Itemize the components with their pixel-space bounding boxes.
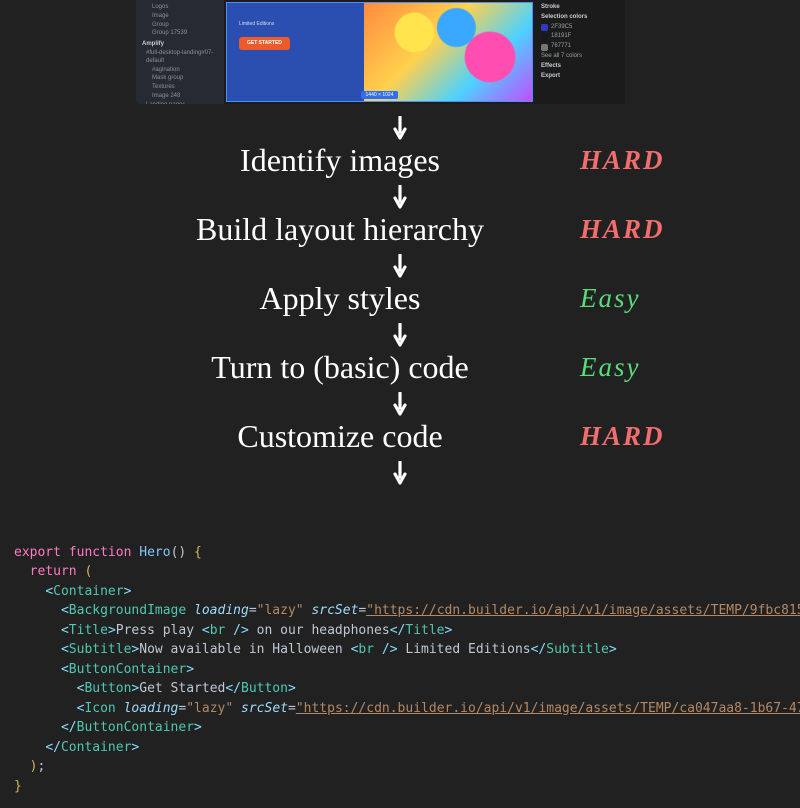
canvas-hero-sub: Limited Editions [239,21,274,28]
arrow-down-icon [393,116,407,140]
canvas: Limited Editions GET STARTED 1440 × 1024 [226,2,533,102]
swatch-row: 767771 [541,43,619,51]
val-lazy: "lazy" [257,603,304,618]
selection-size-label: 1440 × 1024 [361,91,399,100]
step-row: Apply styles Easy [0,280,800,317]
layer-item: Image 248 [142,93,218,101]
arrow-down-icon [393,461,407,485]
kw-export: export [14,545,61,560]
kw-function: function [69,545,132,560]
url2: "https://cdn.builder.io/api/v1/image/ass… [296,701,800,716]
subtitle-text-a: Now available in Halloween [139,642,350,657]
code-output: export function Hero() { return ( <Conta… [14,543,800,797]
step-label: Customize code [0,418,580,455]
step-row: Customize code HARD [0,418,800,455]
url1: "https://cdn.builder.io/api/v1/image/ass… [366,603,800,618]
step-label: Build layout hierarchy [0,211,580,248]
swatch-hex: 18191F [551,33,571,41]
tag-br: br [210,623,226,638]
layer-item: Landing pages [142,102,218,104]
tag-subtitle: Subtitle [69,642,132,657]
color-swatch [541,44,548,51]
step-label: Apply styles [0,280,580,317]
arrow-down-icon [393,392,407,416]
design-tool-window: Logos Image Group Group 17539 Amplify #f… [136,0,625,104]
tag-button: Button [84,681,131,696]
inspector-panel: Stroke Selection colors 2F39C5 18191F 76… [535,0,625,104]
step-difficulty: HARD [580,214,800,245]
arrow-down-icon [393,323,407,347]
selection-colors-header: Selection colors [541,14,619,22]
layer-item: Group 17539 [142,30,218,38]
arrow-down-icon [393,254,407,278]
layer-item: #agination [142,67,218,75]
layer-item: Mask group [142,75,218,83]
export-header: Export [541,73,619,81]
stroke-header: Stroke [541,4,619,12]
step-row: Turn to (basic) code Easy [0,349,800,386]
see-all-colors: See all 7 colors [541,53,619,61]
step-label: Identify images [0,142,580,179]
layer-section: Amplify [142,41,218,49]
step-row: Identify images HARD [0,142,800,179]
swatch-row: 2F39C5 [541,24,619,32]
flow-diagram: Identify images HARD Build layout hierar… [0,110,800,487]
arrow-down-icon [393,185,407,209]
layer-item: Image [142,13,218,21]
swatch-row: 18191F [541,33,619,41]
color-swatch [541,24,548,31]
kw-return: return [30,564,77,579]
tag-btncont: ButtonContainer [69,662,186,677]
layer-item: Logos [142,4,218,12]
swatch-hex: 767771 [551,43,571,51]
tag-title: Title [69,623,108,638]
attr-loading: loading [194,603,249,618]
title-text-a: Press play [116,623,202,638]
layer-item: Group [142,22,218,30]
step-difficulty: HARD [580,145,800,176]
effects-header: Effects [541,63,619,71]
tag-container: Container [53,584,123,599]
step-row: Build layout hierarchy HARD [0,211,800,248]
color-swatch [541,34,548,41]
title-text-b: on our headphones [249,623,390,638]
tag-icon: Icon [84,701,115,716]
canvas-hero-image [364,3,532,101]
layers-panel: Logos Image Group Group 17539 Amplify #f… [136,0,224,104]
subtitle-text-b: Limited Editions [398,642,531,657]
attr-srcset: srcSet [311,603,358,618]
button-text: Get Started [139,681,225,696]
step-difficulty: HARD [580,421,800,452]
layer-item: Textures [142,84,218,92]
step-difficulty: Easy [580,283,800,314]
step-label: Turn to (basic) code [0,349,580,386]
tag-bgimg: BackgroundImage [69,603,186,618]
layer-item: #full-desktop-landing#07-default [142,50,218,66]
step-difficulty: Easy [580,352,800,383]
swatch-hex: 2F39C5 [551,24,572,32]
fn-name: Hero [139,545,170,560]
canvas-hero-button: GET STARTED [239,37,290,50]
